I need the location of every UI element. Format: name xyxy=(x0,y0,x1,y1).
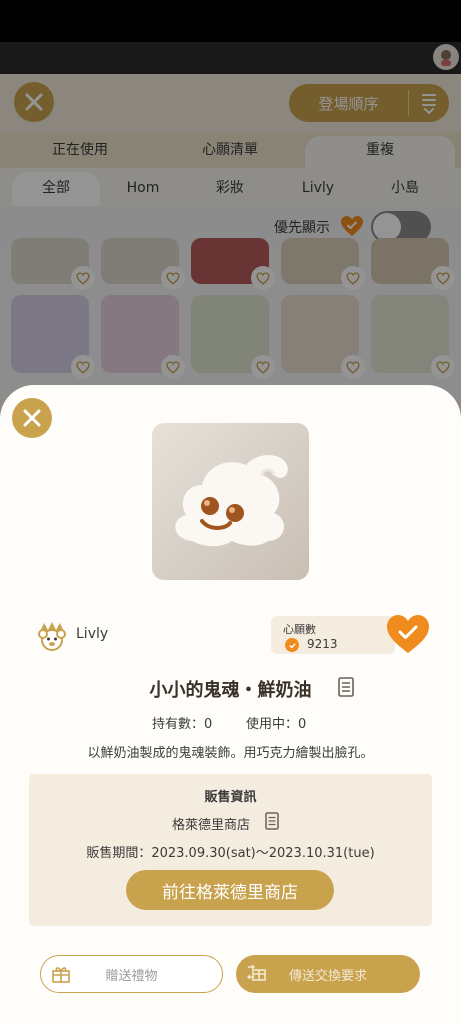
livly-logo-icon xyxy=(38,622,66,651)
send-trade-label: 傳送交換要求 xyxy=(288,968,367,984)
close-icon xyxy=(23,409,41,427)
shop-name: 格萊德里商店 xyxy=(172,818,251,833)
goto-shop-button[interactable]: 前往格萊德里商店 xyxy=(126,870,334,910)
status-bar xyxy=(0,0,461,42)
brand-label: Livly xyxy=(76,626,109,642)
small-heart-icon xyxy=(285,638,299,652)
add-to-wishlist-heart-icon[interactable] xyxy=(384,612,432,656)
send-gift-button[interactable]: 贈送禮物 xyxy=(40,955,223,993)
document-icon[interactable] xyxy=(264,811,280,831)
sale-period: 販售期間：2023.09.30(sat)〜2023.10.31(tue) xyxy=(86,846,375,861)
send-gift-label: 贈送禮物 xyxy=(105,968,158,984)
close-sheet-button[interactable] xyxy=(12,398,52,438)
gift-icon xyxy=(52,967,70,983)
item-description: 以鮮奶油製成的鬼魂裝飾。用巧克力繪製出臉孔。 xyxy=(87,746,374,761)
sale-info-title: 販售資訊 xyxy=(204,790,257,805)
owned-count: 持有數：0 xyxy=(152,717,213,732)
in-use-count: 使用中：0 xyxy=(246,717,307,732)
wish-count-value: 9213 xyxy=(307,637,338,651)
wish-count-title: 心願數 xyxy=(283,623,316,636)
ghost-cream-icon xyxy=(175,454,288,547)
send-trade-request-button[interactable]: 傳送交換要求 xyxy=(236,955,420,993)
trade-icon xyxy=(247,964,266,981)
item-image xyxy=(152,423,309,580)
document-icon[interactable] xyxy=(337,676,355,698)
item-title: 小小的鬼魂・鮮奶油 xyxy=(149,680,312,701)
